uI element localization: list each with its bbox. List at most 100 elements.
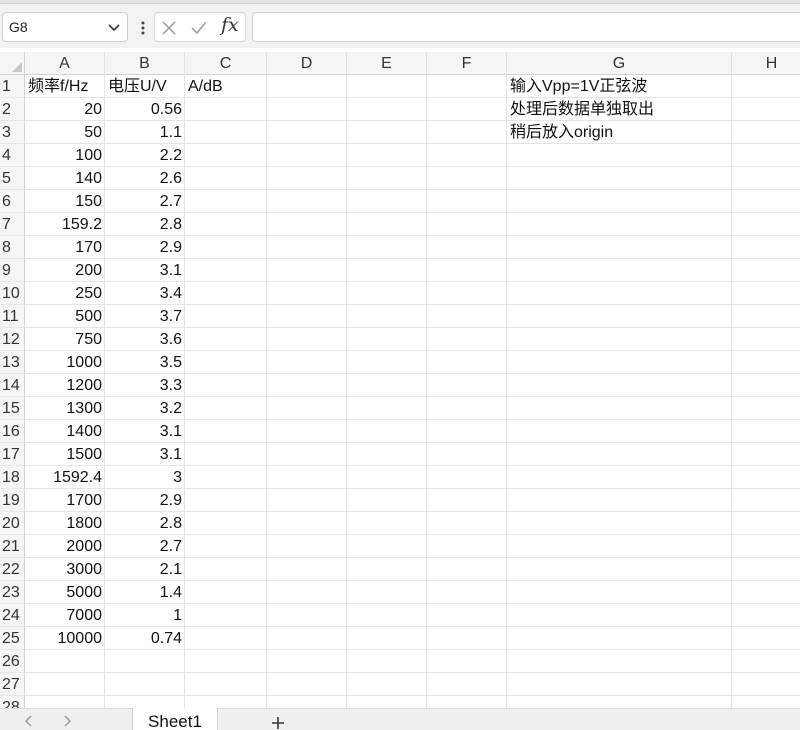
cell-a10[interactable]: 250 <box>25 282 105 305</box>
row-header-27[interactable]: 27 <box>0 673 25 696</box>
cell-c1[interactable]: A/dB <box>185 75 267 98</box>
cancel-x-icon[interactable] <box>159 18 179 38</box>
cell-b1[interactable]: 电压U/V <box>105 75 185 98</box>
cell-a24[interactable]: 7000 <box>25 604 105 627</box>
cell-b25[interactable]: 0.74 <box>105 627 185 650</box>
cell-a16[interactable]: 1400 <box>25 420 105 443</box>
cell-b19[interactable]: 2.9 <box>105 489 185 512</box>
row-header-28[interactable]: 28 <box>0 696 25 708</box>
cell-a22[interactable]: 3000 <box>25 558 105 581</box>
cell-b7[interactable]: 2.8 <box>105 213 185 236</box>
cell-b13[interactable]: 3.5 <box>105 351 185 374</box>
more-vertical-icon[interactable] <box>136 20 150 36</box>
row-header-19[interactable]: 19 <box>0 489 25 512</box>
row-header-13[interactable]: 13 <box>0 351 25 374</box>
cell-b20[interactable]: 2.8 <box>105 512 185 535</box>
cell-b12[interactable]: 3.6 <box>105 328 185 351</box>
cell-b5[interactable]: 2.6 <box>105 167 185 190</box>
column-header-e[interactable]: E <box>347 52 427 75</box>
row-header-22[interactable]: 22 <box>0 558 25 581</box>
column-header-g[interactable]: G <box>507 52 732 75</box>
cell-b21[interactable]: 2.7 <box>105 535 185 558</box>
column-header-h[interactable]: H <box>732 52 800 75</box>
cell-b23[interactable]: 1.4 <box>105 581 185 604</box>
row-header-12[interactable]: 12 <box>0 328 25 351</box>
cell-a14[interactable]: 1200 <box>25 374 105 397</box>
row-header-18[interactable]: 18 <box>0 466 25 489</box>
cell-a21[interactable]: 2000 <box>25 535 105 558</box>
row-header-15[interactable]: 15 <box>0 397 25 420</box>
row-header-14[interactable]: 14 <box>0 374 25 397</box>
fx-icon[interactable]: fx <box>221 14 239 36</box>
cell-b16[interactable]: 3.1 <box>105 420 185 443</box>
row-header-20[interactable]: 20 <box>0 512 25 535</box>
cell-g1[interactable]: 输入Vpp=1V正弦波 <box>507 75 732 98</box>
cell-b9[interactable]: 3.1 <box>105 259 185 282</box>
cell-b10[interactable]: 3.4 <box>105 282 185 305</box>
cell-a12[interactable]: 750 <box>25 328 105 351</box>
cell-a13[interactable]: 1000 <box>25 351 105 374</box>
row-header-10[interactable]: 10 <box>0 282 25 305</box>
row-header-4[interactable]: 4 <box>0 144 25 167</box>
cell-a18[interactable]: 1592.4 <box>25 466 105 489</box>
cell-a19[interactable]: 1700 <box>25 489 105 512</box>
cell-a1[interactable]: 频率f/Hz <box>25 75 105 98</box>
prev-sheet-icon[interactable] <box>22 714 34 728</box>
row-header-1[interactable]: 1 <box>0 75 25 98</box>
cell-a3[interactable]: 50 <box>25 121 105 144</box>
cell-a17[interactable]: 1500 <box>25 443 105 466</box>
cell-a20[interactable]: 1800 <box>25 512 105 535</box>
row-header-21[interactable]: 21 <box>0 535 25 558</box>
confirm-check-icon[interactable] <box>189 18 209 38</box>
cell-b14[interactable]: 3.3 <box>105 374 185 397</box>
row-header-9[interactable]: 9 <box>0 259 25 282</box>
row-header-5[interactable]: 5 <box>0 167 25 190</box>
cell-b3[interactable]: 1.1 <box>105 121 185 144</box>
cell-b24[interactable]: 1 <box>105 604 185 627</box>
cell-a11[interactable]: 500 <box>25 305 105 328</box>
row-header-2[interactable]: 2 <box>0 98 25 121</box>
cell-b2[interactable]: 0.56 <box>105 98 185 121</box>
chevron-down-icon[interactable] <box>107 20 121 34</box>
cell-g3[interactable]: 稍后放入origin <box>507 121 732 144</box>
row-header-7[interactable]: 7 <box>0 213 25 236</box>
column-header-b[interactable]: B <box>105 52 185 75</box>
cell-a5[interactable]: 140 <box>25 167 105 190</box>
cell-a15[interactable]: 1300 <box>25 397 105 420</box>
cell-a2[interactable]: 20 <box>25 98 105 121</box>
column-header-a[interactable]: A <box>25 52 105 75</box>
cell-b6[interactable]: 2.7 <box>105 190 185 213</box>
row-header-8[interactable]: 8 <box>0 236 25 259</box>
column-header-c[interactable]: C <box>185 52 267 75</box>
cell-a9[interactable]: 200 <box>25 259 105 282</box>
cell-b8[interactable]: 2.9 <box>105 236 185 259</box>
next-sheet-icon[interactable] <box>62 714 74 728</box>
cell-b18[interactable]: 3 <box>105 466 185 489</box>
row-header-3[interactable]: 3 <box>0 121 25 144</box>
cell-a8[interactable]: 170 <box>25 236 105 259</box>
cell-a7[interactable]: 159.2 <box>25 213 105 236</box>
cell-a23[interactable]: 5000 <box>25 581 105 604</box>
row-header-17[interactable]: 17 <box>0 443 25 466</box>
row-header-16[interactable]: 16 <box>0 420 25 443</box>
cell-area[interactable]: 频率f/Hz 电压U/V A/dB 20 0.56 50 1.1 100 2.2 140 2.6 15… <box>25 75 800 708</box>
cell-a25[interactable]: 10000 <box>25 627 105 650</box>
cell-b22[interactable]: 2.1 <box>105 558 185 581</box>
cell-a4[interactable]: 100 <box>25 144 105 167</box>
row-header-26[interactable]: 26 <box>0 650 25 673</box>
row-header-23[interactable]: 23 <box>0 581 25 604</box>
column-header-f[interactable]: F <box>427 52 507 75</box>
select-all-corner[interactable] <box>0 52 25 75</box>
row-header-24[interactable]: 24 <box>0 604 25 627</box>
cell-b17[interactable]: 3.1 <box>105 443 185 466</box>
formula-input[interactable] <box>252 12 800 42</box>
column-header-d[interactable]: D <box>267 52 347 75</box>
cell-b15[interactable]: 3.2 <box>105 397 185 420</box>
add-sheet-icon[interactable] <box>268 713 288 730</box>
cell-b4[interactable]: 2.2 <box>105 144 185 167</box>
cell-b11[interactable]: 3.7 <box>105 305 185 328</box>
cell-a6[interactable]: 150 <box>25 190 105 213</box>
tab-sheet1[interactable]: Sheet1 <box>132 708 218 730</box>
name-box[interactable]: G8 <box>2 12 128 42</box>
row-header-6[interactable]: 6 <box>0 190 25 213</box>
